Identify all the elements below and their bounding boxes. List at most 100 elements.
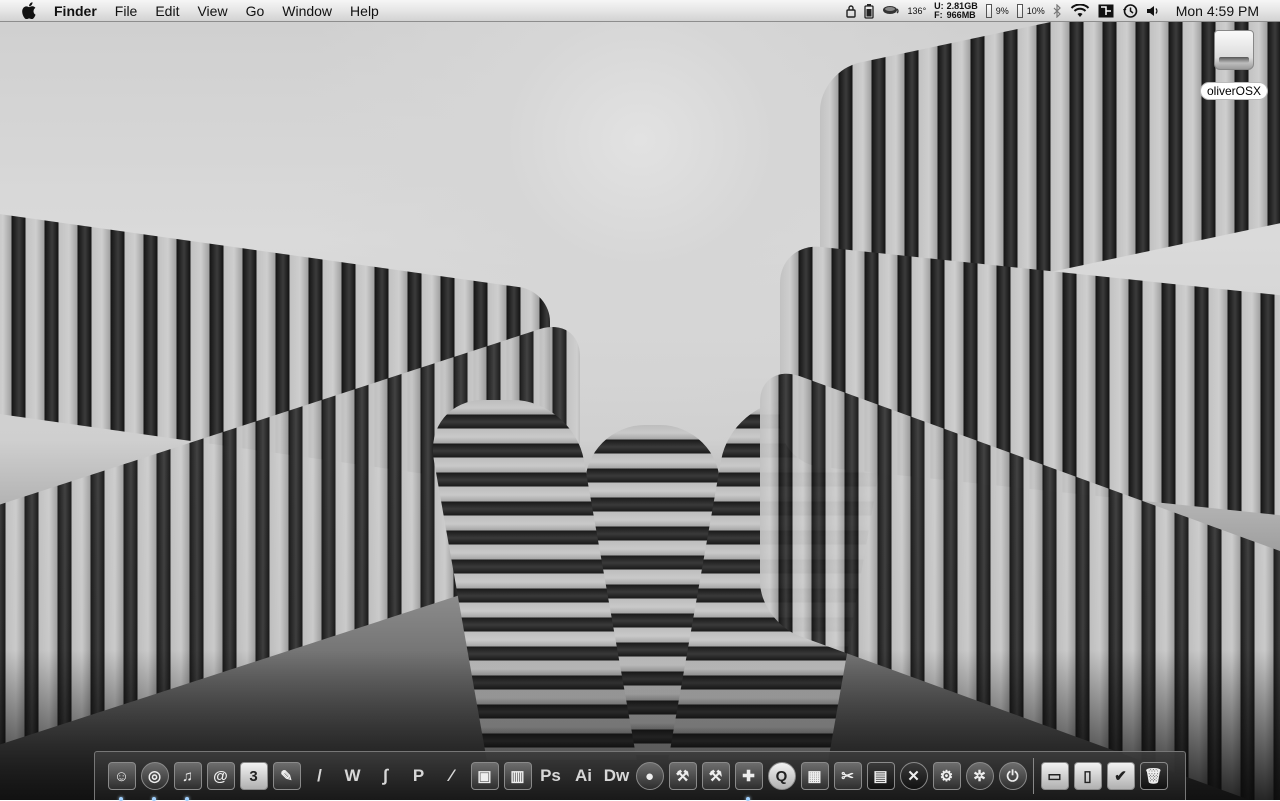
menu-window[interactable]: Window xyxy=(273,0,341,22)
dock-item-app-script[interactable]: ∫ xyxy=(371,760,400,792)
running-indicator xyxy=(185,797,189,801)
finder-icon: ☺ xyxy=(107,762,136,790)
desktop-drive-oliverosx[interactable]: oliverOSX xyxy=(1196,30,1272,100)
dock-item-photoshop[interactable]: Ps xyxy=(536,760,565,792)
disk-usage-menu[interactable]: U: F: 2.81GB 966MB xyxy=(930,0,982,22)
clapper-icon: ✂ xyxy=(833,762,862,790)
photos-icon: ▣ xyxy=(470,762,499,790)
dock-documents-stack[interactable]: ▭ xyxy=(1040,760,1069,792)
power-icon: ⏻ xyxy=(998,762,1027,790)
triskele-icon: ✲ xyxy=(965,762,994,790)
illustrator-icon: Ai xyxy=(575,766,592,785)
dock-item-quicktime[interactable]: Q xyxy=(767,760,796,792)
dock-item-xcode[interactable]: ⚒ xyxy=(701,760,730,792)
desktop-drive-label: oliverOSX xyxy=(1199,82,1269,100)
cpu-meter-2[interactable]: 10% xyxy=(1013,0,1049,22)
dock-item-app-w[interactable]: W xyxy=(338,760,367,792)
status-menus: 136° U: F: 2.81GB 966MB 9% 10% Mon 4:59 … xyxy=(842,0,1280,22)
dock-item-app-p[interactable]: P xyxy=(404,760,433,792)
dreamweaver-icon: Dw xyxy=(603,766,630,785)
dock-item-system-preferences[interactable]: ⚙ xyxy=(932,760,961,792)
menu-app-finder[interactable]: Finder xyxy=(54,0,106,22)
dock-item-app-cross[interactable]: ✚ xyxy=(734,760,763,801)
temperature-readout[interactable]: 136° xyxy=(904,0,931,22)
running-indicator xyxy=(746,797,750,801)
dock-item-calculator[interactable]: ▤ xyxy=(866,760,895,792)
film-icon: ▦ xyxy=(800,762,829,790)
menu-go[interactable]: Go xyxy=(237,0,274,22)
photoshop-icon: Ps xyxy=(540,766,561,785)
disk-free-value: 966MB xyxy=(946,10,976,20)
chart-icon: ▥ xyxy=(503,762,532,790)
at-sign-icon: @ xyxy=(206,762,235,790)
wifi-icon[interactable] xyxy=(1066,0,1094,22)
dock-item-notes[interactable]: ✎ xyxy=(272,760,301,792)
menu-edit[interactable]: Edit xyxy=(146,0,188,22)
calendar-icon: 3 xyxy=(239,762,268,790)
lock-icon[interactable] xyxy=(842,0,860,22)
dock-item-illustrator[interactable]: Ai xyxy=(569,760,598,792)
dock-item-power[interactable]: ⏻ xyxy=(998,760,1027,792)
bluetooth-icon[interactable] xyxy=(1049,0,1066,22)
dock: ☺ ◎ ♫ @3 ✎ / W ∫ P ⁄ ▣ ▥ Ps Ai Dw ● ⚒ ⚒ ✚ Q ▦ ✂ ▤ ✕ ⚙ ✲ ⏻ ▭ ▯ ✔ 🗑 xyxy=(94,751,1186,801)
dock-item-clapper[interactable]: ✂ xyxy=(833,760,862,792)
dock-item-textedit[interactable]: / xyxy=(305,760,334,792)
quicktime-icon: Q xyxy=(767,762,796,790)
dock-item-safari[interactable]: ◎ xyxy=(140,760,169,801)
menu-bar: Finder File Edit View Go Window Help 136… xyxy=(0,0,1280,22)
cpu-meter-1-bar xyxy=(985,4,992,18)
dock-trash[interactable]: 🗑 xyxy=(1139,760,1168,792)
cross-icon: ✚ xyxy=(734,762,763,790)
swirl-icon: ∫ xyxy=(383,766,388,785)
dock-item-itunes[interactable]: ♫ xyxy=(173,760,202,801)
document-pen-icon: / xyxy=(317,766,322,785)
calculator-icon: ▤ xyxy=(866,762,895,790)
notepad-icon: ✎ xyxy=(272,762,301,790)
dock-checklist-stack[interactable]: ✔ xyxy=(1106,760,1135,792)
dock-item-utility[interactable]: ⚒ xyxy=(668,760,697,792)
display-icon[interactable] xyxy=(1094,0,1118,22)
dock-item-ical[interactable]: 3 xyxy=(239,760,268,792)
volume-icon[interactable] xyxy=(1142,0,1164,22)
cpu-meter-1-value: 9% xyxy=(995,5,1009,16)
dock-item-app-chart[interactable]: ▥ xyxy=(503,760,532,792)
globe-icon: ◎ xyxy=(140,762,169,790)
dock-item-finder[interactable]: ☺ xyxy=(107,760,136,801)
dock-item-app-x[interactable]: ✕ xyxy=(899,760,928,792)
downloads-stack-icon: ▯ xyxy=(1073,762,1102,790)
trash-icon: 🗑 xyxy=(1139,762,1168,790)
running-indicator xyxy=(119,797,123,801)
apple-menu-icon[interactable] xyxy=(19,1,39,21)
cpu-meter-1[interactable]: 9% xyxy=(982,0,1013,22)
menu-view[interactable]: View xyxy=(188,0,236,22)
menu-help[interactable]: Help xyxy=(341,0,388,22)
dock-item-brush[interactable]: ⁄ xyxy=(437,760,466,792)
dock-item-globe-app[interactable]: ● xyxy=(635,760,664,792)
disk-free-label: F: xyxy=(934,10,943,20)
w-glyph-icon: W xyxy=(344,766,361,785)
x-orb-icon: ✕ xyxy=(899,762,928,790)
dock-separator xyxy=(1033,758,1034,794)
cpu-meter-2-bar xyxy=(1016,4,1023,18)
cpu-meter-2-value: 10% xyxy=(1026,5,1045,16)
documents-stack-icon: ▭ xyxy=(1040,762,1069,790)
menu-file[interactable]: File xyxy=(106,0,147,22)
checklist-icon: ✔ xyxy=(1106,762,1135,790)
gears-icon: ⚙ xyxy=(932,762,961,790)
dock-item-dreamweaver[interactable]: Dw xyxy=(602,760,631,792)
menu-clock[interactable]: Mon 4:59 PM xyxy=(1164,0,1280,22)
sphere-icon: ● xyxy=(635,762,664,790)
dock-item-app-triskele[interactable]: ✲ xyxy=(965,760,994,792)
dock-item-imovie[interactable]: ▦ xyxy=(800,760,829,792)
desktop[interactable] xyxy=(0,0,1280,800)
dock-downloads-stack[interactable]: ▯ xyxy=(1073,760,1102,792)
dock-item-preview[interactable]: ▣ xyxy=(470,760,499,792)
tools-icon: ⚒ xyxy=(668,762,697,790)
hammer-icon: ⚒ xyxy=(701,762,730,790)
running-indicator xyxy=(152,797,156,801)
battery-icon[interactable] xyxy=(860,0,878,22)
time-machine-icon[interactable] xyxy=(1118,0,1142,22)
coffee-cup-icon[interactable] xyxy=(878,0,904,22)
music-note-icon: ♫ xyxy=(173,762,202,790)
dock-item-mail[interactable]: @ xyxy=(206,760,235,792)
